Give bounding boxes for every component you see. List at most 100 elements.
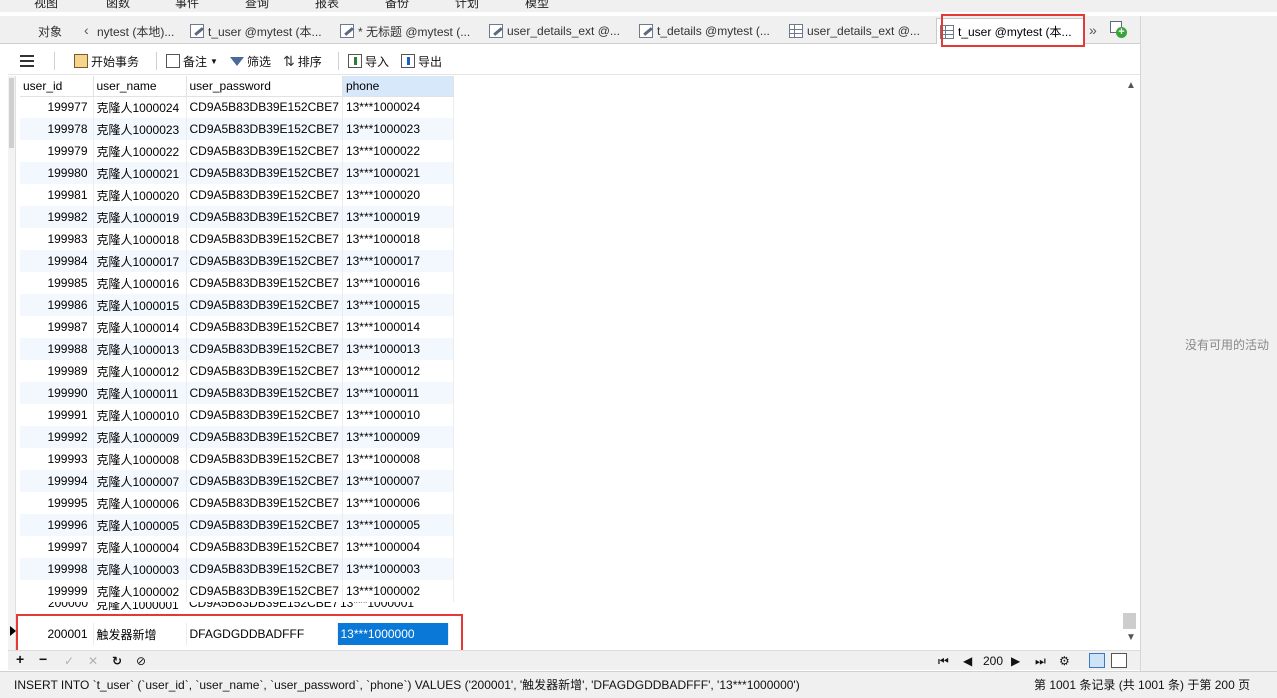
cell-user-password[interactable]: CD9A5B83DB39E152CBE7 <box>186 338 343 360</box>
cell-user-password[interactable]: CD9A5B83DB39E152CBE7 <box>186 184 343 206</box>
cell-user-name[interactable]: 克隆人1000016 <box>93 272 187 294</box>
cell-user-name[interactable]: 克隆人1000009 <box>93 426 187 448</box>
table-row[interactable]: 199988 克隆人1000013 CD9A5B83DB39E152CBE7 13**… <box>20 338 454 360</box>
cell-user-id[interactable]: 199985 <box>20 272 94 294</box>
table-row[interactable]: 199979 克隆人1000022 CD9A5B83DB39E152CBE7 13**… <box>20 140 454 162</box>
apply-changes-button[interactable]: ✓ <box>64 653 74 669</box>
cell-user-name[interactable]: 克隆人1000015 <box>93 294 187 316</box>
cell-user-password[interactable]: CD9A5B83DB39E152CBE7 <box>186 250 343 272</box>
cell-user-name[interactable]: 克隆人1000002 <box>93 580 187 602</box>
cell-phone[interactable]: 13***1000013 <box>342 338 454 360</box>
cell-user-id[interactable]: 199986 <box>20 294 94 316</box>
cell-phone[interactable]: 13***1000004 <box>342 536 454 558</box>
cell-user-name[interactable]: 克隆人1000013 <box>93 338 187 360</box>
cell-phone[interactable]: 13***1000023 <box>342 118 454 140</box>
cell-user-password[interactable]: CD9A5B83DB39E152CBE7 <box>186 580 343 602</box>
table-row[interactable]: 199993 克隆人1000008 CD9A5B83DB39E152CBE7 13**… <box>20 448 454 470</box>
tab-t-user-query[interactable]: t_user @mytest (本... <box>187 18 334 44</box>
tab-user-details-ext-table[interactable]: user_details_ext @... <box>786 18 934 44</box>
cell-user-id[interactable]: 200001 <box>20 623 94 645</box>
last-page-button[interactable]: ⏭ <box>1035 653 1046 669</box>
cell-phone-selected[interactable]: 13***1000000 <box>337 623 449 645</box>
table-row[interactable]: 199995 克隆人1000006 CD9A5B83DB39E152CBE7 13**… <box>20 492 454 514</box>
cell-user-id[interactable]: 199989 <box>20 360 94 382</box>
cell-user-name[interactable]: 克隆人1000003 <box>93 558 187 580</box>
cell-phone[interactable]: 13***1000005 <box>342 514 454 536</box>
cell-user-password[interactable]: CD9A5B83DB39E152CBE7 <box>186 140 343 162</box>
cell-phone[interactable]: 13***1000020 <box>342 184 454 206</box>
import-button[interactable]: 导入 <box>348 51 389 71</box>
cell-phone[interactable]: 13***1000021 <box>342 162 454 184</box>
cell-user-password[interactable]: CD9A5B83DB39E152CBE7 <box>186 118 343 140</box>
table-row[interactable]: 199986 克隆人1000015 CD9A5B83DB39E152CBE7 13**… <box>20 294 454 316</box>
sort-button[interactable]: ⇅ 排序 <box>283 51 322 71</box>
cell-user-id[interactable]: 199978 <box>20 118 94 140</box>
export-button[interactable]: 导出 <box>401 51 442 71</box>
tab-scroll-left-icon[interactable]: ‹ <box>84 22 89 38</box>
scroll-down-icon[interactable]: ▼ <box>1126 632 1136 643</box>
cell-user-password[interactable]: CD9A5B83DB39E152CBE7 <box>186 470 343 492</box>
cell-phone[interactable]: 13***1000018 <box>342 228 454 250</box>
cell-user-password[interactable]: CD9A5B83DB39E152CBE7 <box>186 206 343 228</box>
menu-item-model[interactable]: 模型 <box>525 0 549 11</box>
cell-user-password[interactable]: CD9A5B83DB39E152CBE7 <box>186 162 343 184</box>
cell-user-name[interactable]: 克隆人1000024 <box>93 96 187 118</box>
menu-item-backup[interactable]: 备份 <box>385 0 409 11</box>
cell-user-password[interactable]: CD9A5B83DB39E152CBE7 <box>186 536 343 558</box>
cell-phone[interactable]: 13***1000017 <box>342 250 454 272</box>
cell-phone[interactable]: 13***1000003 <box>342 558 454 580</box>
cell-user-id[interactable]: 199995 <box>20 492 94 514</box>
cell-user-id[interactable]: 199980 <box>20 162 94 184</box>
cell-user-name[interactable]: 克隆人1000010 <box>93 404 187 426</box>
cell-phone[interactable]: 13***1000008 <box>342 448 454 470</box>
cell-user-password[interactable]: CD9A5B83DB39E152CBE7 <box>186 272 343 294</box>
cell-phone[interactable]: 13***1000012 <box>342 360 454 382</box>
table-row[interactable]: 199996 克隆人1000005 CD9A5B83DB39E152CBE7 13**… <box>20 514 454 536</box>
table-row[interactable]: 199978 克隆人1000023 CD9A5B83DB39E152CBE7 13**… <box>20 118 454 140</box>
cell-phone[interactable]: 13***1000019 <box>342 206 454 228</box>
cell-user-password[interactable]: CD9A5B83DB39E152CBE7 <box>186 514 343 536</box>
cell-user-password[interactable]: CD9A5B83DB39E152CBE7 <box>186 602 337 612</box>
table-row[interactable]: 199985 克隆人1000016 CD9A5B83DB39E152CBE7 13**… <box>20 272 454 294</box>
cell-user-id[interactable]: 199988 <box>20 338 94 360</box>
scroll-up-icon[interactable]: ▲ <box>1126 80 1136 91</box>
cell-user-id[interactable]: 199999 <box>20 580 94 602</box>
add-record-button[interactable]: + <box>16 651 24 667</box>
table-row[interactable]: 199987 克隆人1000014 CD9A5B83DB39E152CBE7 13**… <box>20 316 454 338</box>
table-row[interactable]: 199999 克隆人1000002 CD9A5B83DB39E152CBE7 13**… <box>20 580 454 602</box>
cell-user-name[interactable]: 克隆人1000012 <box>93 360 187 382</box>
cell-user-password[interactable]: CD9A5B83DB39E152CBE7 <box>186 316 343 338</box>
cell-user-name[interactable]: 克隆人1000006 <box>93 492 187 514</box>
cell-user-name[interactable]: 克隆人1000021 <box>93 162 187 184</box>
cell-user-name[interactable]: 克隆人1000011 <box>93 382 187 404</box>
table-row[interactable]: 199983 克隆人1000018 CD9A5B83DB39E152CBE7 13**… <box>20 228 454 250</box>
table-row-new[interactable]: 200001 触发器新增 DFAGDGDDBADFFF 13***1000000 <box>20 623 449 645</box>
prev-page-button[interactable]: ◀ <box>963 653 972 669</box>
cell-user-id[interactable]: 199990 <box>20 382 94 404</box>
table-row[interactable]: 199994 克隆人1000007 CD9A5B83DB39E152CBE7 13**… <box>20 470 454 492</box>
tab-t-user-table[interactable]: t_user @mytest (本... <box>936 18 1084 44</box>
new-tab-button[interactable]: + <box>1110 21 1128 39</box>
cell-user-password[interactable]: CD9A5B83DB39E152CBE7 <box>186 426 343 448</box>
cell-user-id[interactable]: 199984 <box>20 250 94 272</box>
cell-phone[interactable]: 13***1000010 <box>342 404 454 426</box>
cell-user-name[interactable]: 克隆人1000020 <box>93 184 187 206</box>
cell-user-id[interactable]: 199983 <box>20 228 94 250</box>
cell-phone[interactable]: 13***1000002 <box>342 580 454 602</box>
cell-user-id[interactable]: 199991 <box>20 404 94 426</box>
cell-user-name[interactable]: 克隆人1000019 <box>93 206 187 228</box>
table-row[interactable]: 199992 克隆人1000009 CD9A5B83DB39E152CBE7 13**… <box>20 426 454 448</box>
tab-user-details-ext-query[interactable]: user_details_ext @... <box>486 18 634 44</box>
tab-connection[interactable]: nytest (本地)... <box>94 18 186 44</box>
tab-objects[interactable]: 对象 <box>20 18 80 44</box>
tab-t-details-query[interactable]: t_details @mytest (... <box>636 18 784 44</box>
table-row[interactable]: 199989 克隆人1000012 CD9A5B83DB39E152CBE7 13**… <box>20 360 454 382</box>
filter-button[interactable]: 筛选 <box>230 51 271 71</box>
cell-user-id[interactable]: 199992 <box>20 426 94 448</box>
cell-phone[interactable]: 13***1000015 <box>342 294 454 316</box>
column-header-user-id[interactable]: user_id <box>20 76 94 97</box>
table-row[interactable]: 199998 克隆人1000003 CD9A5B83DB39E152CBE7 13**… <box>20 558 454 580</box>
menu-item-schedule[interactable]: 计划 <box>455 0 479 11</box>
table-row[interactable]: 199980 克隆人1000021 CD9A5B83DB39E152CBE7 13**… <box>20 162 454 184</box>
cell-user-name[interactable]: 克隆人1000023 <box>93 118 187 140</box>
